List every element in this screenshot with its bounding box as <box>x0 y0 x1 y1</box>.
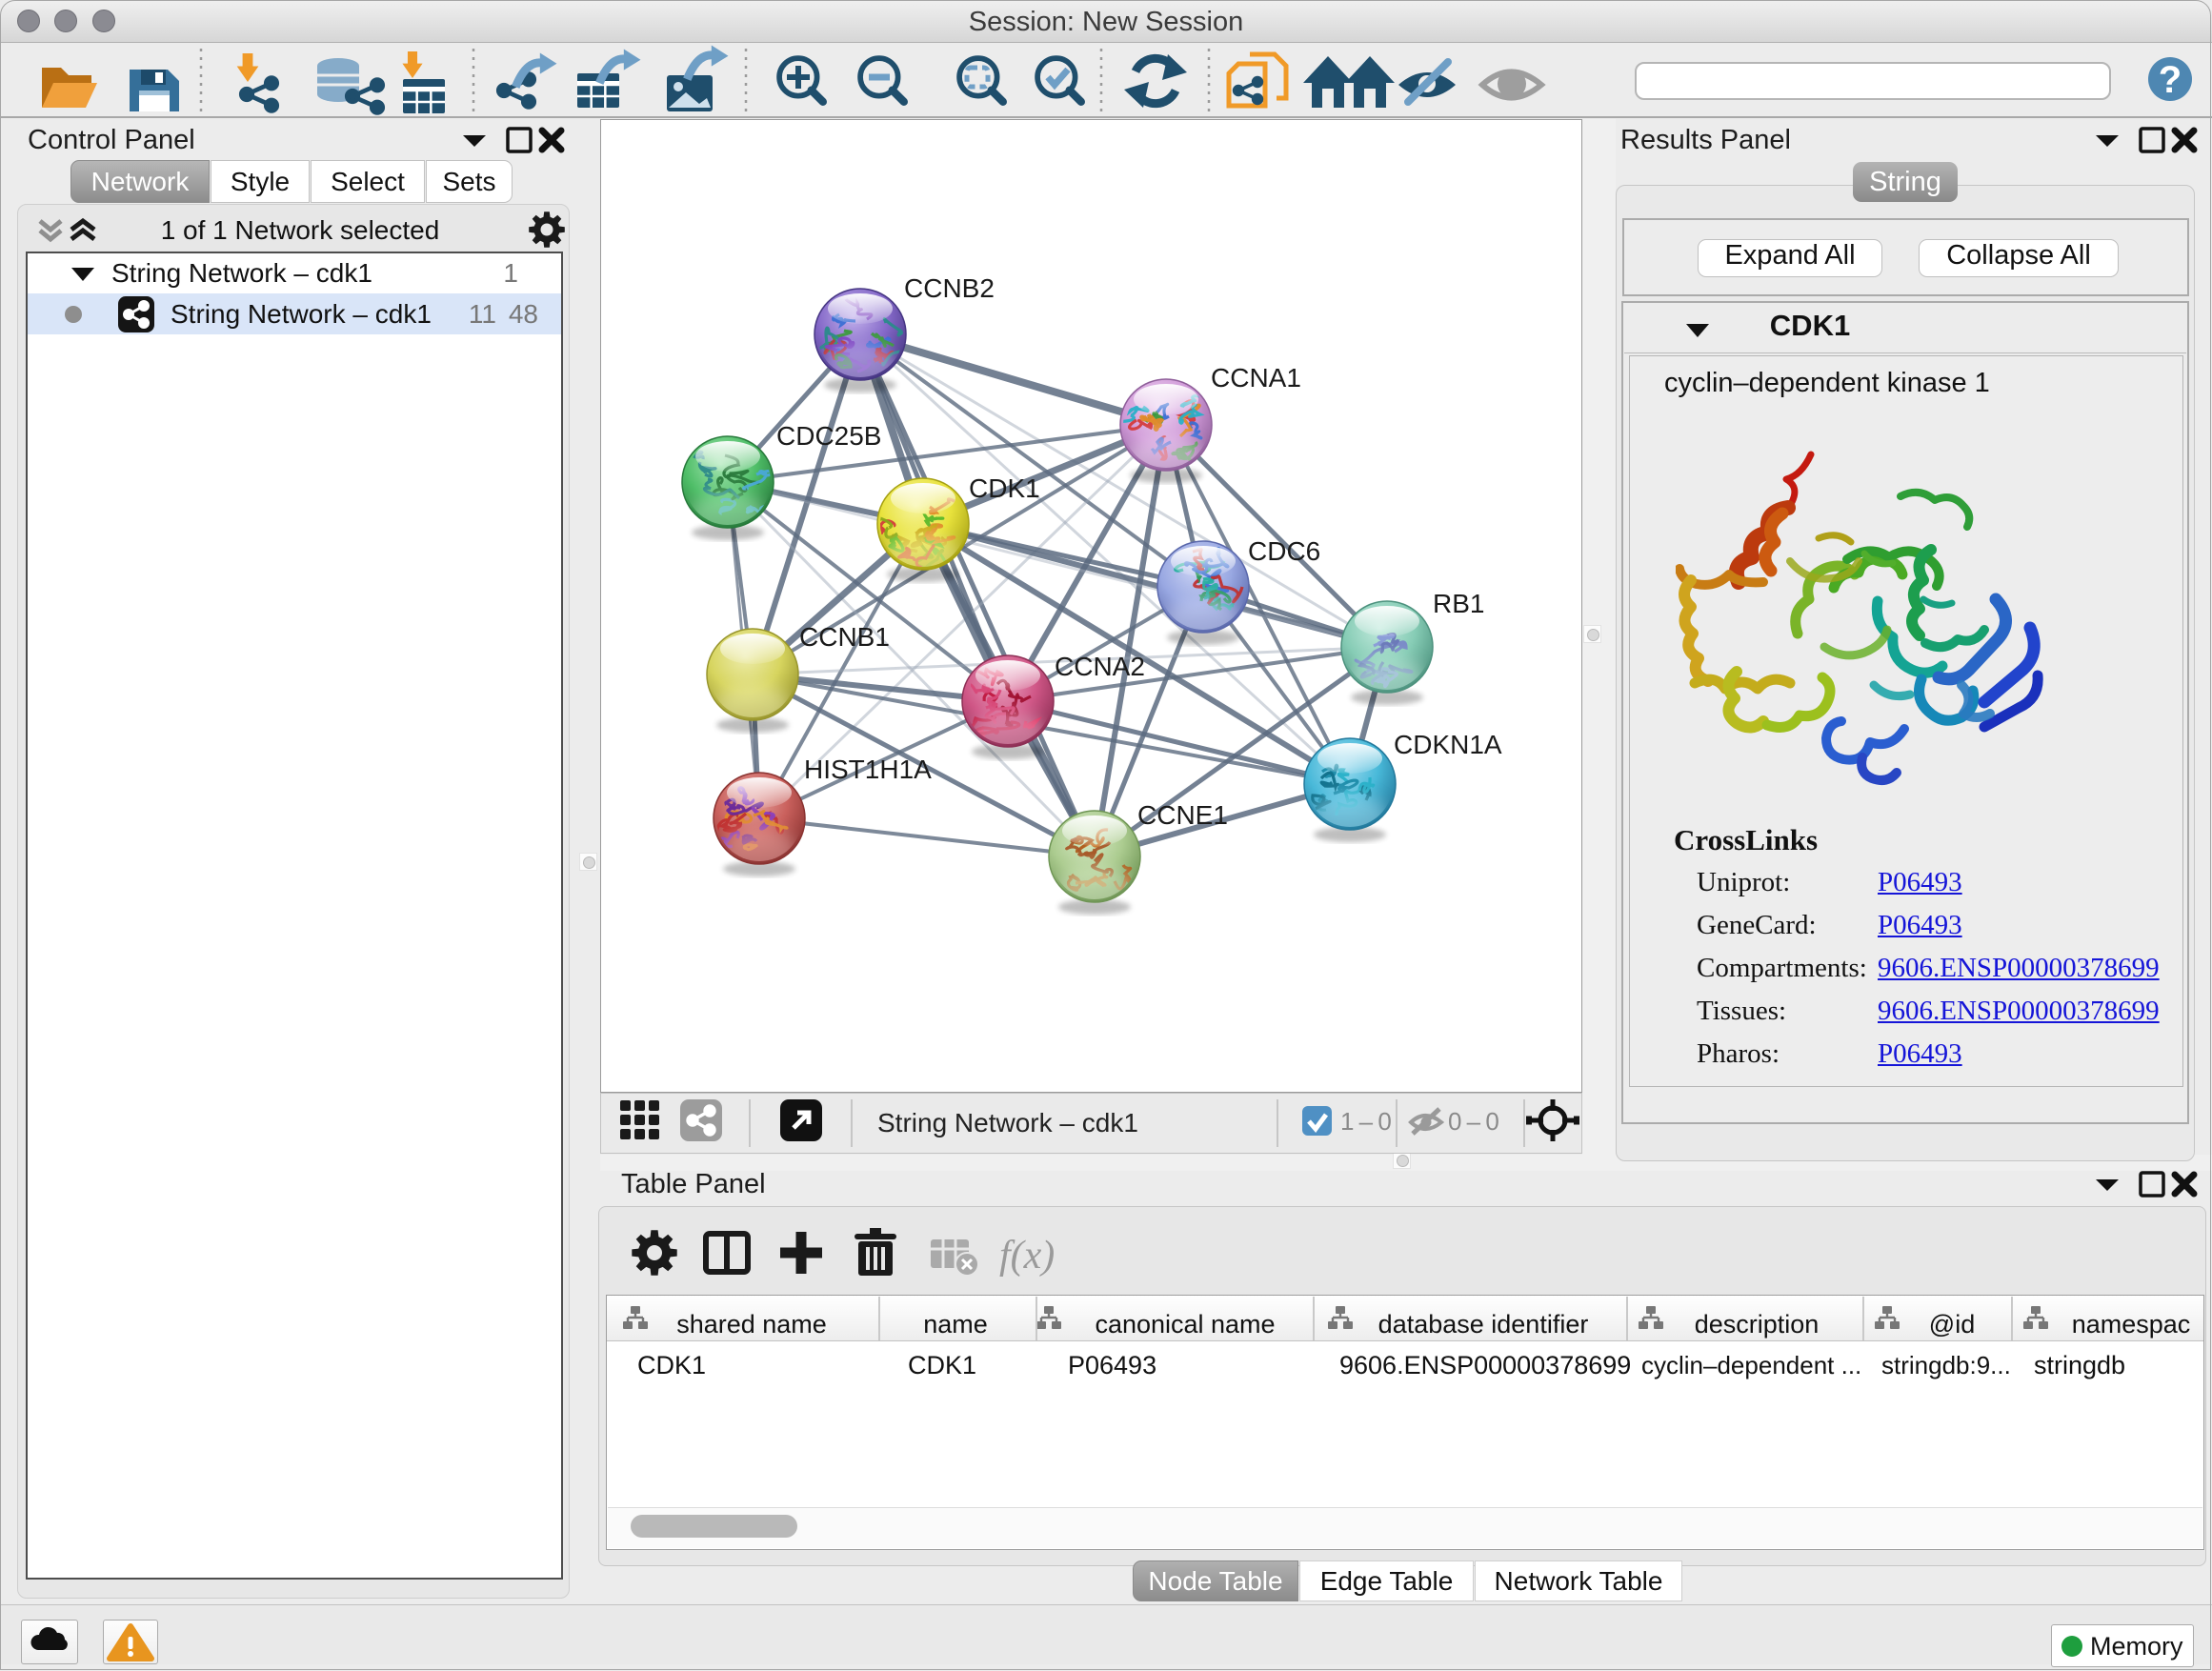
svg-text:canonical name: canonical name <box>1095 1310 1275 1339</box>
svg-text:f(x): f(x) <box>999 1234 1055 1278</box>
svg-text:CDC25B: CDC25B <box>776 421 881 451</box>
svg-text:@id: @id <box>1929 1310 1975 1339</box>
svg-text:description: description <box>1695 1310 1820 1339</box>
svg-text:shared name: shared name <box>676 1310 827 1339</box>
svg-text:cyclin–dependent ...: cyclin–dependent ... <box>1641 1351 1861 1379</box>
svg-text:CCNA2: CCNA2 <box>1055 652 1145 681</box>
svg-text:database identifier: database identifier <box>1378 1310 1589 1339</box>
svg-text:9606.ENSP00000378699: 9606.ENSP00000378699 <box>1339 1351 1631 1379</box>
svg-text:CDK1: CDK1 <box>969 473 1040 503</box>
svg-text:namespac: namespac <box>2072 1310 2191 1339</box>
svg-text:1 of 1 Network selected: 1 of 1 Network selected <box>161 215 440 245</box>
svg-text:stringdb:9...: stringdb:9... <box>1881 1351 2011 1379</box>
svg-text:1 – 0: 1 – 0 <box>1340 1107 1392 1136</box>
svg-text:stringdb: stringdb <box>2034 1351 2125 1379</box>
svg-text:String Network – cdk1: String Network – cdk1 <box>877 1108 1138 1137</box>
svg-text:RB1: RB1 <box>1433 589 1484 618</box>
svg-text:name: name <box>923 1310 988 1339</box>
svg-text:0 – 0: 0 – 0 <box>1448 1107 1499 1136</box>
svg-text:CCNB1: CCNB1 <box>799 622 890 652</box>
svg-text:CDC6: CDC6 <box>1248 536 1320 566</box>
svg-text:CDK1: CDK1 <box>908 1351 976 1379</box>
svg-text:CCNE1: CCNE1 <box>1137 800 1228 830</box>
svg-text:CCNB2: CCNB2 <box>904 273 995 303</box>
svg-text:HIST1H1A: HIST1H1A <box>804 755 932 784</box>
svg-text:CCNA1: CCNA1 <box>1211 363 1301 393</box>
svg-text:CDK1: CDK1 <box>637 1351 706 1379</box>
svg-text:?: ? <box>2159 59 2182 101</box>
svg-text:P06493: P06493 <box>1068 1351 1156 1379</box>
svg-text:CDKN1A: CDKN1A <box>1394 730 1502 759</box>
